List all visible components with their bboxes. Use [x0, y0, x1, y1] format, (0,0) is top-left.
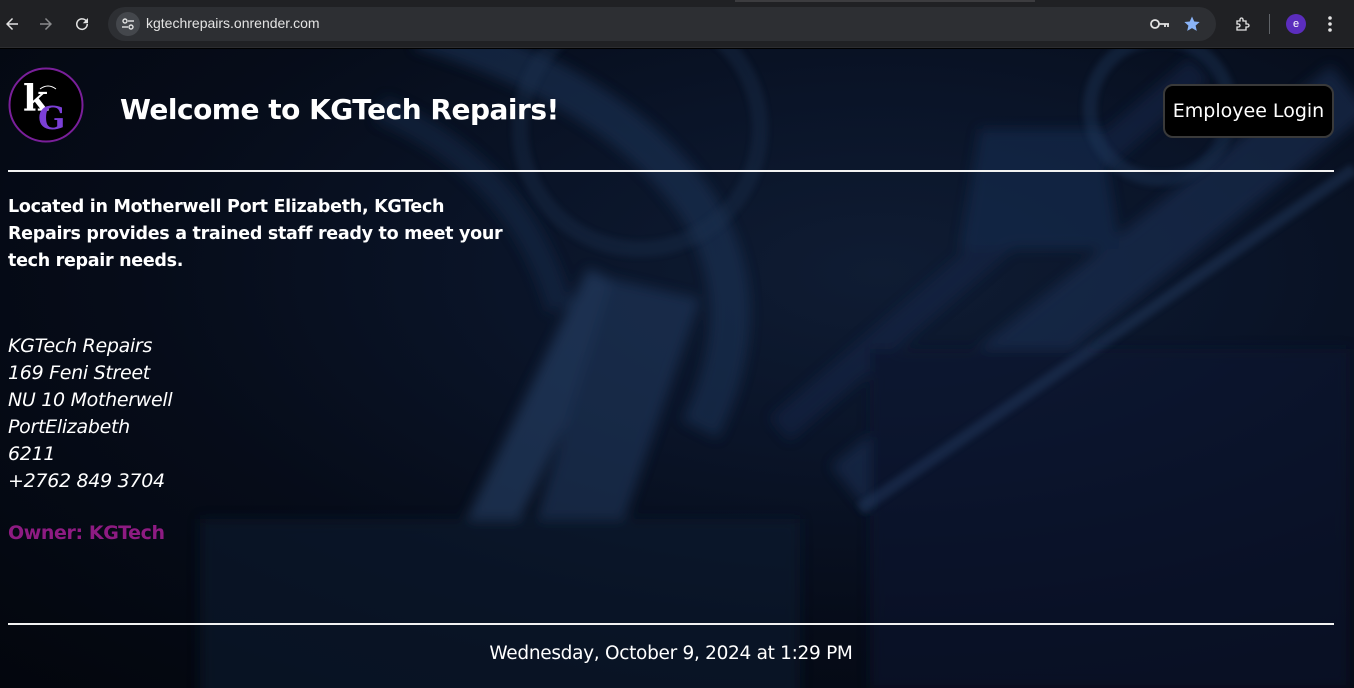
url-text[interactable]: kgtechrepairs.onrender.com: [146, 15, 320, 31]
employee-login-button[interactable]: Employee Login: [1163, 84, 1334, 138]
background-image: [200, 49, 1354, 688]
more-menu-icon[interactable]: [1318, 12, 1342, 36]
password-key-icon[interactable]: [1150, 14, 1170, 34]
header-divider: [8, 170, 1334, 172]
back-arrow-icon: [6, 18, 18, 30]
site-settings-icon[interactable]: [116, 12, 140, 36]
toolbar-divider: [1269, 14, 1270, 34]
address-line: 6211: [8, 443, 56, 465]
forward-button[interactable]: [34, 12, 58, 36]
bookmark-star-icon[interactable]: [1182, 14, 1202, 34]
back-button[interactable]: [0, 12, 24, 36]
reload-icon: [76, 18, 89, 31]
phone-number: +2762 849 3704: [8, 470, 165, 492]
svg-text:G: G: [38, 99, 65, 137]
address-bar[interactable]: kgtechrepairs.onrender.com: [108, 7, 1216, 41]
current-datetime: Wednesday, October 9, 2024 at 1:29 PM: [489, 643, 853, 664]
page-title: Welcome to KGTech Repairs!: [120, 93, 559, 126]
tab-strip-edge: [735, 0, 1035, 2]
address-line: NU 10 Motherwell: [8, 389, 173, 411]
footer-divider: [8, 623, 1334, 625]
intro-text: Located in Motherwell Port Elizabeth, KG…: [8, 197, 503, 271]
profile-avatar[interactable]: e: [1286, 14, 1306, 34]
kgtech-logo: k G: [8, 67, 84, 143]
owner-label: Owner: KGTech: [8, 522, 165, 544]
address-line: PortElizabeth: [8, 416, 130, 438]
forward-arrow-icon: [40, 18, 52, 30]
address-line: 169 Feni Street: [8, 362, 150, 384]
page-viewport: k G Welcome to KGTech Repairs! Employee …: [0, 49, 1354, 688]
browser-toolbar: kgtechrepairs.onrender.com e: [0, 0, 1354, 48]
address-block: KGTech Repairs 169 Feni Street NU 10 Mot…: [8, 333, 173, 495]
extensions-icon[interactable]: [1231, 12, 1255, 36]
reload-button[interactable]: [70, 12, 94, 36]
address-line: KGTech Repairs: [8, 335, 153, 357]
